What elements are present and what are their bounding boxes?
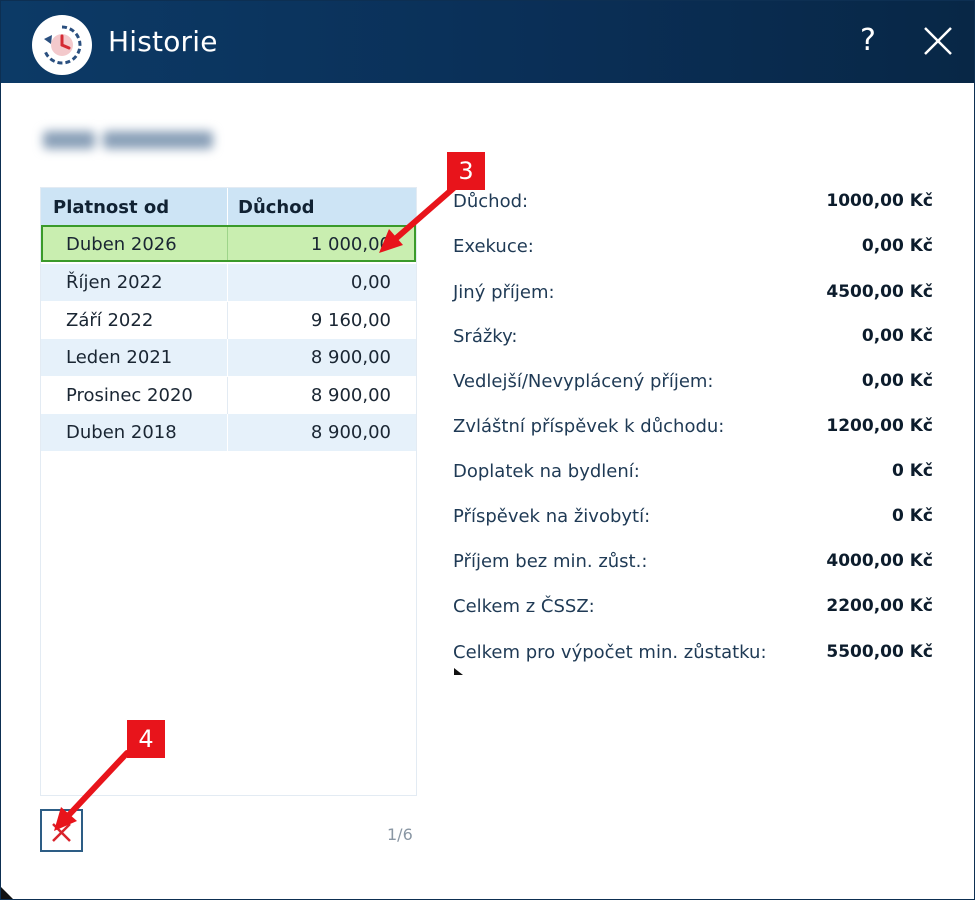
detail-value: 4000,00 Kč [826, 551, 933, 571]
row-amount: 9 160,00 [310, 310, 391, 331]
row-date: Duben 2026 [66, 234, 177, 255]
detail-label: Vedlejší/Nevyplácený příjem: [453, 371, 714, 392]
help-button[interactable]: ? [853, 21, 883, 61]
detail-row: Vedlejší/Nevyplácený příjem: 0,00 Kč [453, 371, 933, 395]
detail-label: Důchod: [453, 191, 529, 212]
detail-row: Příjem bez min. zůst.: 4000,00 Kč [453, 551, 933, 575]
history-dialog: Historie ? Platnost od Důchod Duben 2026… [0, 0, 975, 900]
detail-value: 0 Kč [892, 461, 933, 481]
detail-row: Důchod: 1000,00 Kč [453, 191, 933, 215]
detail-value: 0 Kč [892, 506, 933, 526]
detail-label: Jiný příjem: [453, 282, 555, 303]
detail-row: Zvláštní příspěvek k důchodu: 1200,00 Kč [453, 416, 933, 440]
detail-row: Doplatek na bydlení: 0 Kč [453, 461, 933, 485]
row-amount: 0,00 [350, 272, 391, 293]
text-cursor-mark [454, 668, 463, 675]
row-date: Leden 2021 [66, 347, 173, 368]
annotation-badge-4: 4 [127, 720, 165, 758]
table-row[interactable]: Leden 2021 8 900,00 [41, 339, 416, 376]
row-date: Září 2022 [66, 310, 154, 331]
history-clock-icon [32, 15, 92, 75]
detail-label: Srážky: [453, 326, 518, 347]
detail-value: 4500,00 Kč [826, 282, 933, 302]
detail-row: Jiný příjem: 4500,00 Kč [453, 282, 933, 306]
row-amount: 8 900,00 [310, 385, 391, 406]
detail-row: Srážky: 0,00 Kč [453, 326, 933, 350]
detail-value: 0,00 Kč [861, 236, 933, 256]
column-header-pension[interactable]: Důchod [238, 197, 315, 218]
detail-value: 2200,00 Kč [826, 596, 933, 616]
delete-x-icon [52, 823, 71, 842]
resize-grip-icon[interactable] [1, 885, 15, 899]
table-row[interactable]: Duben 2018 8 900,00 [41, 414, 416, 451]
detail-value: 1200,00 Kč [826, 416, 933, 436]
detail-label: Exekuce: [453, 236, 534, 257]
table-row[interactable]: Říjen 2022 0,00 [41, 264, 416, 301]
detail-label: Doplatek na bydlení: [453, 461, 640, 482]
detail-value: 1000,00 Kč [826, 191, 933, 211]
dialog-title: Historie [108, 25, 218, 58]
row-amount: 1 000,00 [310, 234, 391, 255]
detail-row: Celkem z ČSSZ: 2200,00 Kč [453, 596, 933, 620]
detail-row: Exekuce: 0,00 Kč [453, 236, 933, 260]
detail-label: Příspěvek na živobytí: [453, 506, 651, 527]
annotation-badge-3: 3 [447, 152, 485, 190]
detail-value: 0,00 Kč [861, 371, 933, 391]
row-amount: 8 900,00 [310, 347, 391, 368]
row-date: Prosinec 2020 [66, 385, 193, 406]
close-icon [924, 27, 952, 55]
detail-value: 5500,00 Kč [826, 642, 933, 662]
row-date: Říjen 2022 [66, 272, 163, 293]
close-button[interactable] [918, 21, 958, 61]
page-indicator: 1/6 [387, 825, 413, 844]
detail-label: Zvláštní příspěvek k důchodu: [453, 416, 725, 437]
detail-row: Celkem pro výpočet min. zůstatku: 5500,0… [453, 642, 933, 666]
detail-label: Celkem pro výpočet min. zůstatku: [453, 642, 767, 663]
delete-button[interactable] [40, 809, 83, 852]
column-header-valid-from[interactable]: Platnost od [53, 197, 169, 218]
row-date: Duben 2018 [66, 422, 177, 443]
detail-label: Celkem z ČSSZ: [453, 596, 595, 617]
row-amount: 8 900,00 [310, 422, 391, 443]
detail-row: Příspěvek na živobytí: 0 Kč [453, 506, 933, 530]
table-row[interactable]: Září 2022 9 160,00 [41, 302, 416, 339]
detail-label: Příjem bez min. zůst.: [453, 551, 648, 572]
history-table: Platnost od Důchod Duben 2026 1 000,00 Ř… [40, 187, 417, 796]
blurred-subtitle [39, 121, 219, 157]
title-bar: Historie ? [1, 1, 974, 83]
table-row[interactable]: Duben 2026 1 000,00 [41, 225, 416, 262]
table-row[interactable]: Prosinec 2020 8 900,00 [41, 377, 416, 414]
table-header: Platnost od Důchod [41, 188, 416, 225]
detail-value: 0,00 Kč [861, 326, 933, 346]
